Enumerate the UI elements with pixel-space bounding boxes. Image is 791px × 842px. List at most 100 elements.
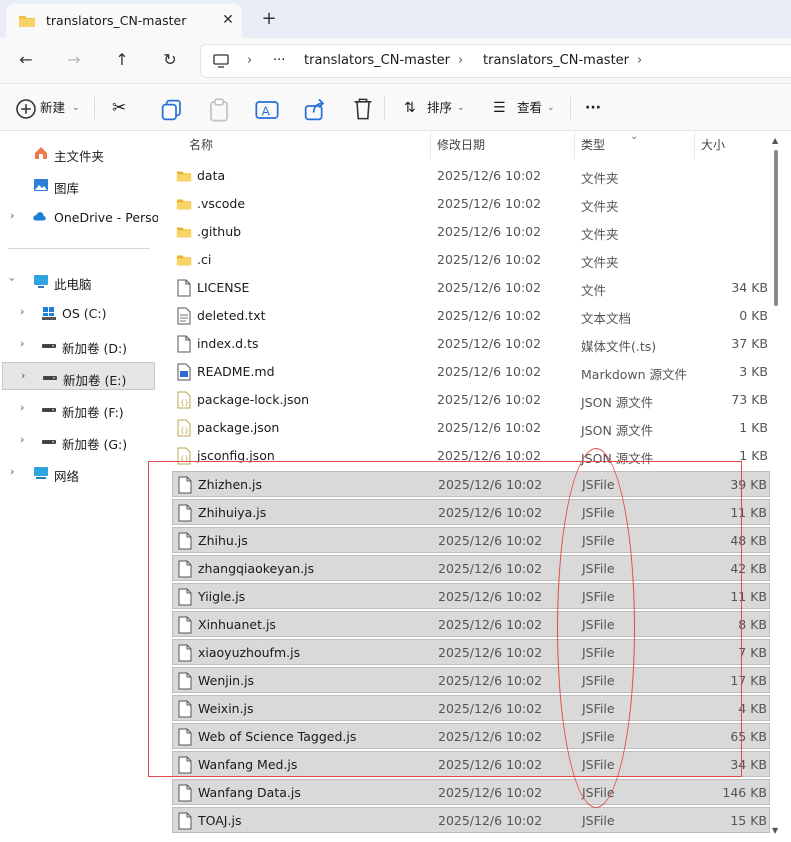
chevron-down-icon[interactable]: › (6, 277, 19, 281)
file-row[interactable]: xiaoyuzhoufm.js 2025/12/6 10:02 JSFile 7 KB (172, 639, 770, 665)
file-row[interactable]: README.md 2025/12/6 10:02 Markdown 源文件 3 KB (172, 359, 770, 385)
file-row[interactable]: Zhizhen.js 2025/12/6 10:02 JSFile 39 KB (172, 471, 770, 497)
forward-arrow-icon[interactable]: → (60, 48, 88, 72)
new-tab-button[interactable]: + (258, 8, 280, 30)
sidebar-item-home[interactable]: 主文件夹 (0, 139, 158, 167)
chevron-right-icon[interactable]: › (10, 465, 14, 478)
up-arrow-icon[interactable]: ↑ (108, 48, 136, 72)
copy-icon[interactable] (160, 98, 184, 122)
sidebar-item-this-pc[interactable]: › 此电脑 (0, 267, 158, 295)
sidebar-item-drive-e[interactable]: › 新加卷 (E:) (2, 362, 155, 390)
view-button[interactable]: 查看 (517, 96, 542, 120)
sort-icon[interactable]: ⇅ (404, 96, 416, 120)
breadcrumb-item[interactable]: translators_CN-master (483, 53, 629, 68)
sidebar-item-drive-g[interactable]: › 新加卷 (G:) (0, 427, 158, 455)
svg-text:A: A (262, 104, 271, 118)
file-row[interactable]: Wanfang Med.js 2025/12/6 10:02 JSFile 34 KB (172, 751, 770, 777)
sidebar-item-label: 网络 (54, 469, 80, 484)
chevron-right-icon[interactable]: › (21, 369, 25, 382)
file-name: Wanfang Data.js (198, 785, 301, 800)
chevron-down-icon[interactable]: ⌄ (457, 96, 465, 120)
new-button[interactable]: 新建 (40, 96, 65, 120)
file-row[interactable]: index.d.ts 2025/12/6 10:02 媒体文件(.ts) 37 KB (172, 331, 770, 357)
sort-indicator-icon: ⌄ (630, 131, 639, 142)
address-bar[interactable]: › ··· translators_CN-master › translator… (200, 44, 791, 78)
sidebar-item-drive-f[interactable]: › 新加卷 (F:) (0, 395, 158, 423)
onedrive-icon (33, 212, 46, 221)
sidebar-item-label: OneDrive - Perso (54, 210, 160, 225)
file-row[interactable]: TOAJ.js 2025/12/6 10:02 JSFile 15 KB (172, 807, 770, 833)
chevron-down-icon[interactable]: ⌄ (547, 96, 555, 120)
share-icon[interactable] (303, 98, 327, 122)
file-row[interactable]: data 2025/12/6 10:02 文件夹 (172, 163, 770, 189)
sort-button[interactable]: 排序 (427, 96, 452, 120)
file-row[interactable]: Xinhuanet.js 2025/12/6 10:02 JSFile 8 KB (172, 611, 770, 637)
scrollbar-thumb[interactable] (774, 150, 778, 306)
file-date: 2025/12/6 10:02 (438, 477, 543, 492)
file-row[interactable]: Zhihu.js 2025/12/6 10:02 JSFile 48 KB (172, 527, 770, 553)
column-divider[interactable] (574, 131, 575, 159)
more-options-button[interactable]: ··· (585, 96, 601, 120)
close-tab-icon[interactable]: ✕ (218, 10, 238, 30)
refresh-icon[interactable]: ↻ (156, 48, 184, 72)
sidebar-item-drive-d[interactable]: › 新加卷 (D:) (0, 331, 158, 359)
file-name: package-lock.json (197, 392, 310, 407)
vertical-scrollbar[interactable]: ▲ ▼ (772, 136, 780, 840)
file-row[interactable]: {} jsconfig.json 2025/12/6 10:02 JSON 源文件 1 … (172, 443, 770, 469)
plus-circle-icon[interactable] (14, 97, 38, 121)
back-arrow-icon[interactable]: ← (12, 48, 40, 72)
sidebar-item-drive-c[interactable]: › OS (C:) (0, 299, 158, 327)
file-row[interactable]: Yiigle.js 2025/12/6 10:02 JSFile 11 KB (172, 583, 770, 609)
file-name: .ci (197, 252, 212, 267)
breadcrumb-chevron-icon[interactable]: › (637, 53, 642, 68)
column-divider[interactable] (694, 131, 695, 159)
paste-icon[interactable] (207, 98, 231, 122)
file-row[interactable]: Wenjin.js 2025/12/6 10:02 JSFile 17 KB (172, 667, 770, 693)
sidebar-item-label: 主文件夹 (54, 149, 105, 164)
scroll-down-icon[interactable]: ▼ (772, 826, 778, 835)
file-size: 146 KB (722, 785, 767, 800)
chevron-right-icon[interactable]: › (10, 209, 14, 222)
rename-icon[interactable]: A (255, 98, 279, 122)
file-row[interactable]: Wanfang Data.js 2025/12/6 10:02 JSFile 146 … (172, 779, 770, 805)
file-row[interactable]: Weixin.js 2025/12/6 10:02 JSFile 4 KB (172, 695, 770, 721)
file-row[interactable]: {} package-lock.json 2025/12/6 10:02 JSON 源… (172, 387, 770, 413)
file-row[interactable]: .ci 2025/12/6 10:02 文件夹 (172, 247, 770, 273)
column-header-date[interactable]: 修改日期 (437, 131, 485, 159)
file-row[interactable]: .vscode 2025/12/6 10:02 文件夹 (172, 191, 770, 217)
chevron-right-icon[interactable]: › (20, 305, 24, 318)
file-type: JSFile (582, 561, 615, 576)
computer-icon (213, 54, 229, 68)
file-row[interactable]: zhangqiaokeyan.js 2025/12/6 10:02 JSFile 42… (172, 555, 770, 581)
file-name: data (197, 168, 226, 183)
scroll-up-icon[interactable]: ▲ (772, 136, 778, 145)
view-icon[interactable]: ☰ (493, 96, 506, 120)
file-date: 2025/12/6 10:02 (437, 336, 542, 351)
file-row[interactable]: {} package.json 2025/12/6 10:02 JSON 源文件 1 K… (172, 415, 770, 441)
sidebar-item-gallery[interactable]: 图库 (0, 171, 158, 199)
chevron-right-icon[interactable]: › (20, 401, 24, 414)
delete-icon[interactable] (351, 97, 375, 121)
file-row[interactable]: LICENSE 2025/12/6 10:02 文件 34 KB (172, 275, 770, 301)
window-tab[interactable]: translators_CN-master ✕ (6, 4, 242, 38)
column-header-name[interactable]: 名称 (189, 131, 213, 159)
file-row[interactable]: Web of Science Tagged.js 2025/12/6 10:02 J… (172, 723, 770, 749)
column-header-size[interactable]: 大小 (701, 131, 725, 159)
column-divider[interactable] (430, 131, 431, 159)
file-row[interactable]: .github 2025/12/6 10:02 文件夹 (172, 219, 770, 245)
breadcrumb-overflow[interactable]: ··· (273, 53, 285, 68)
cut-icon[interactable]: ✂ (112, 96, 126, 120)
sidebar-item-onedrive[interactable]: › OneDrive - Perso (0, 203, 160, 231)
breadcrumb-chevron-icon[interactable]: › (247, 53, 252, 68)
file-row[interactable]: Zhihuiya.js 2025/12/6 10:02 JSFile 11 KB (172, 499, 770, 525)
sidebar-item-label: OS (C:) (62, 306, 107, 321)
breadcrumb-chevron-icon[interactable]: › (458, 53, 463, 68)
chevron-down-icon[interactable]: ⌄ (72, 96, 80, 120)
chevron-right-icon[interactable]: › (20, 433, 24, 446)
breadcrumb-item[interactable]: translators_CN-master (304, 53, 450, 68)
column-header-type[interactable]: 类型 (581, 131, 605, 159)
chevron-right-icon[interactable]: › (20, 337, 24, 350)
file-row[interactable]: deleted.txt 2025/12/6 10:02 文本文档 0 KB (172, 303, 770, 329)
sidebar-item-network[interactable]: › 网络 (0, 459, 158, 487)
file-type: 媒体文件(.ts) (581, 339, 657, 354)
